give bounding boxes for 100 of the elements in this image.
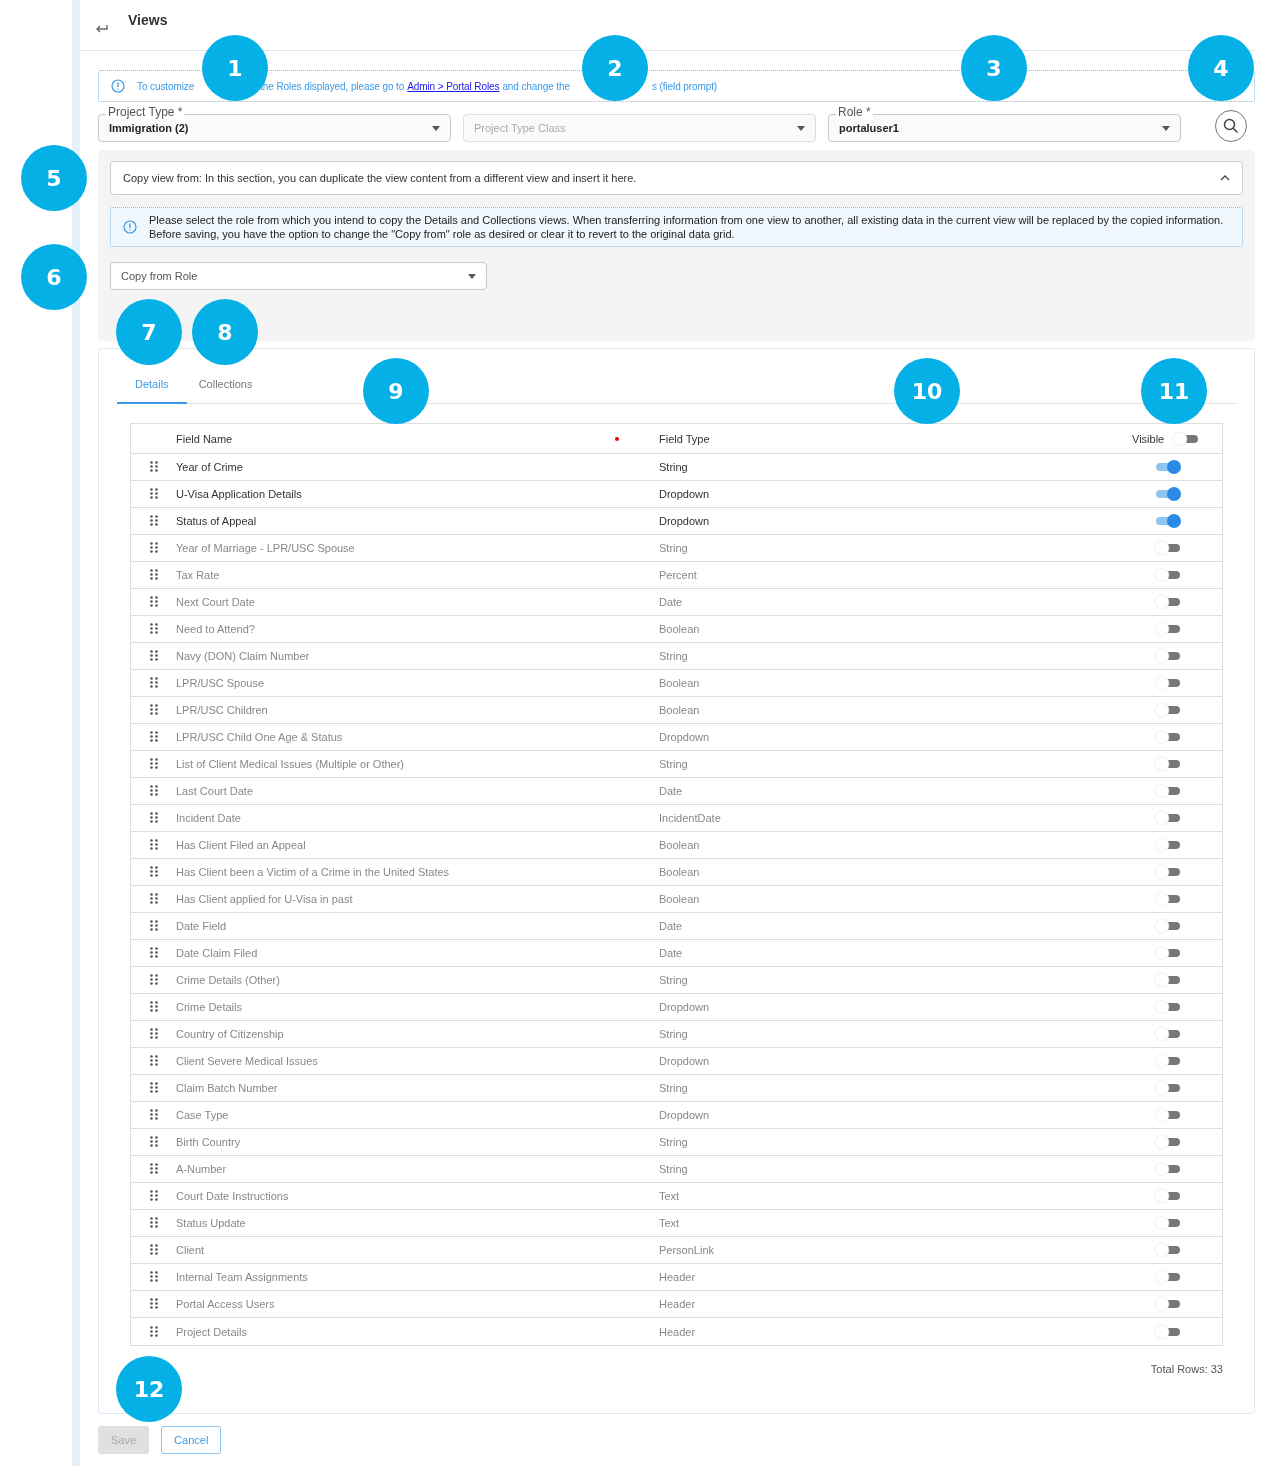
- drag-handle-icon[interactable]: [149, 623, 158, 635]
- drag-handle-icon[interactable]: [149, 1163, 158, 1175]
- drag-handle-icon[interactable]: [149, 974, 158, 986]
- toggle-switch[interactable]: [1154, 1243, 1182, 1257]
- field-label: Role *: [836, 105, 873, 119]
- field-name-cell-text: Crime Details: [176, 1001, 243, 1013]
- drag-handle-icon[interactable]: [149, 785, 158, 797]
- drag-handle-icon[interactable]: [149, 1082, 158, 1094]
- drag-handle-icon[interactable]: [149, 731, 158, 743]
- toggle-switch[interactable]: [1154, 892, 1182, 906]
- drag-handle-icon[interactable]: [149, 650, 158, 662]
- toggle-switch[interactable]: [1154, 541, 1182, 555]
- drag-handle-icon[interactable]: [149, 542, 158, 554]
- toggle-switch[interactable]: [1154, 1324, 1182, 1339]
- toggle-switch[interactable]: [1154, 487, 1182, 501]
- field-type-cell-text: Dropdown: [659, 1109, 711, 1121]
- copy-from-role-select[interactable]: Copy from Role: [110, 262, 487, 290]
- portal-roles-link[interactable]: Admin > Portal Roles: [407, 80, 500, 92]
- field-name-cell-text: Incident Date: [176, 812, 242, 824]
- toggle-switch[interactable]: [1154, 1270, 1182, 1284]
- drag-handle-icon[interactable]: [149, 704, 158, 716]
- toggle-switch[interactable]: [1154, 919, 1182, 933]
- field-type-cell-text: String: [659, 1163, 689, 1175]
- toggle-switch[interactable]: [1154, 1108, 1182, 1122]
- toggle-switch[interactable]: [1154, 838, 1182, 852]
- field-type-cell-text: PersonLink: [659, 1244, 716, 1256]
- toggle-switch[interactable]: [1154, 1054, 1182, 1068]
- toggle-switch[interactable]: [1154, 649, 1182, 663]
- drag-handle-icon[interactable]: [149, 1244, 158, 1256]
- field-type-cell-text: Dropdown: [659, 515, 711, 527]
- toggle-switch[interactable]: [1154, 1189, 1182, 1203]
- drag-handle-icon[interactable]: [149, 1001, 158, 1013]
- field-type-cell-text: Date: [659, 920, 684, 932]
- field-name-cell-text: LPR/USC Child One Age & Status: [176, 731, 344, 743]
- field-name-cell-text: LPR/USC Spouse: [176, 677, 266, 689]
- toggle-switch[interactable]: [1154, 1000, 1182, 1014]
- toggle-switch[interactable]: [1154, 1216, 1182, 1230]
- drag-handle-icon[interactable]: [149, 839, 158, 851]
- drag-handle-icon[interactable]: [149, 677, 158, 689]
- field-name-cell-text: Court Date Instructions: [176, 1190, 290, 1202]
- toggle-switch[interactable]: [1154, 1135, 1182, 1149]
- copy-view-accordion[interactable]: Copy view from: In this section, you can duplicate the view content from a different view and insert it here.: [110, 161, 1243, 195]
- toggle-switch[interactable]: [1154, 568, 1182, 582]
- field-type-cell-text: String: [659, 1082, 689, 1094]
- drag-handle-icon[interactable]: [149, 1190, 158, 1202]
- toggle-switch[interactable]: [1154, 865, 1182, 879]
- drag-handle-icon[interactable]: [149, 812, 158, 824]
- field-type-cell-text: Header: [659, 1325, 697, 1338]
- field-type-cell-text: Boolean: [659, 677, 701, 689]
- drag-handle-icon[interactable]: [149, 1217, 158, 1229]
- drag-handle-icon[interactable]: [149, 1028, 158, 1040]
- drag-handle-icon[interactable]: [149, 569, 158, 581]
- toggle-switch[interactable]: [1154, 973, 1182, 987]
- toggle-switch[interactable]: [1154, 784, 1182, 798]
- drag-handle-icon[interactable]: [149, 1298, 158, 1310]
- toggle-switch[interactable]: [1154, 1297, 1182, 1311]
- drag-handle-icon[interactable]: [149, 947, 158, 959]
- field-type-cell-text: Date: [659, 785, 684, 797]
- field-type-cell-text: Date: [659, 947, 684, 959]
- toggle-switch[interactable]: [1154, 514, 1182, 528]
- callout-badge: 9: [363, 358, 429, 424]
- drag-handle-icon[interactable]: [149, 488, 158, 500]
- drag-handle-icon[interactable]: [149, 758, 158, 770]
- drag-handle-icon[interactable]: [149, 1055, 158, 1067]
- toggle-switch[interactable]: [1154, 730, 1182, 744]
- field-name-cell-text: Year of Crime: [176, 461, 244, 473]
- field-name-cell-text: List of Client Medical Issues (Multiple or Other): [176, 758, 406, 770]
- field-name-cell-text: Last Court Date: [176, 785, 255, 797]
- tab[interactable]: Collections: [186, 370, 265, 404]
- toggle-switch[interactable]: [1154, 946, 1182, 960]
- drag-handle-icon[interactable]: [149, 920, 158, 932]
- toggle-switch[interactable]: [1154, 460, 1182, 474]
- drag-handle-icon[interactable]: [149, 461, 158, 473]
- field-name-cell-text: Case Type: [176, 1109, 230, 1121]
- toggle-switch[interactable]: [1154, 676, 1182, 690]
- field-type-cell-text: Date: [659, 596, 684, 608]
- toggle-switch[interactable]: [1154, 703, 1182, 717]
- field-name-cell-text: Crime Details (Other): [176, 974, 281, 986]
- toggle-switch[interactable]: [1154, 811, 1182, 825]
- callout-badge: 11: [1141, 358, 1207, 424]
- drag-handle-icon[interactable]: [149, 1271, 158, 1283]
- toggle-switch[interactable]: [1154, 595, 1182, 609]
- drag-handle-icon[interactable]: [149, 893, 158, 905]
- toggle-switch[interactable]: [1154, 622, 1182, 636]
- toggle-switch[interactable]: [1154, 1081, 1182, 1095]
- toggle-switch[interactable]: [1154, 757, 1182, 771]
- field-type-cell-text: String: [659, 758, 689, 770]
- drag-handle-icon[interactable]: [149, 1325, 158, 1338]
- callout-badge: 3: [961, 35, 1027, 101]
- toggle-switch[interactable]: [1172, 431, 1201, 446]
- drag-handle-icon[interactable]: [149, 515, 158, 527]
- toggle-switch[interactable]: [1154, 1027, 1182, 1041]
- field-name-cell-text: Country of Citizenship: [176, 1028, 285, 1040]
- drag-handle-icon[interactable]: [149, 1109, 158, 1121]
- drag-handle-icon[interactable]: [149, 596, 158, 608]
- field-type-cell-text: Text: [659, 1190, 681, 1202]
- toggle-switch[interactable]: [1154, 1162, 1182, 1176]
- drag-handle-icon[interactable]: [149, 1136, 158, 1148]
- drag-handle-icon[interactable]: [149, 866, 158, 878]
- field-name-cell-text: Birth Country: [176, 1136, 242, 1148]
